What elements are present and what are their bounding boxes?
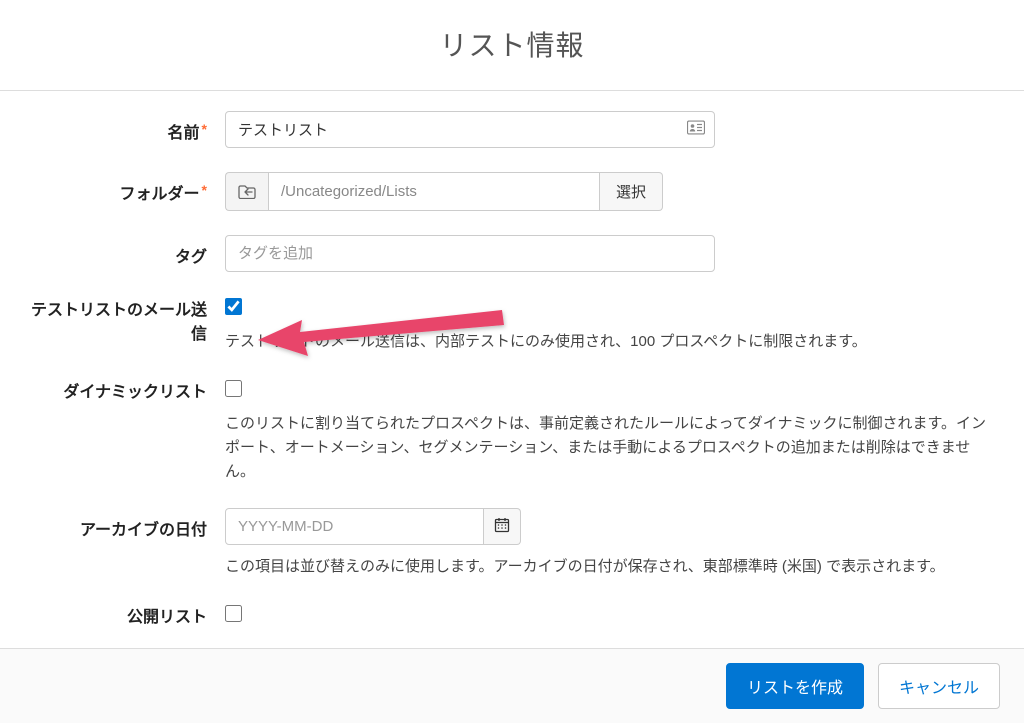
id-card-icon [687,120,705,139]
create-list-button[interactable]: リストを作成 [726,663,864,709]
list-info-modal: リスト情報 名前* フォルダー* [0,0,1024,723]
row-tags: タグ [30,235,994,272]
folder-icon [225,172,268,211]
required-mark: * [202,121,207,137]
test-list-email-checkbox[interactable] [225,298,242,315]
name-input[interactable] [225,111,715,148]
modal-body: 名前* フォルダー* [0,91,1024,648]
cancel-button[interactable]: キャンセル [878,663,1000,709]
help-test-list-email: テストリストのメール送信は、内部テストにのみ使用され、100 プロスペクトに制限… [225,330,994,354]
label-folder: フォルダー* [30,172,225,204]
label-archive-date: アーカイブの日付 [30,508,225,540]
calendar-icon [494,517,510,536]
dynamic-list-checkbox[interactable] [225,380,242,397]
row-public-list: 公開リスト [30,603,994,627]
modal-header: リスト情報 [0,0,1024,91]
label-public-list: 公開リスト [30,603,225,627]
help-archive-date: この項目は並び替えのみに使用します。アーカイブの日付が保存され、東部標準時 (米… [225,555,994,579]
folder-select-button[interactable]: 選択 [600,172,663,211]
required-mark: * [202,182,207,198]
folder-path-input [268,172,600,211]
help-dynamic-list: このリストに割り当てられたプロスペクトは、事前定義されたルールによってダイナミッ… [225,412,994,484]
row-name: 名前* [30,111,994,148]
page-title: リスト情報 [0,24,1024,64]
public-list-checkbox[interactable] [225,605,242,622]
modal-footer: リストを作成 キャンセル [0,648,1024,723]
row-dynamic-list: ダイナミックリスト このリストに割り当てられたプロスペクトは、事前定義されたルー… [30,378,994,484]
calendar-button[interactable] [484,508,521,545]
label-dynamic-list: ダイナミックリスト [30,378,225,402]
label-name: 名前* [30,111,225,143]
label-test-list-email: テストリストのメール送信 [30,296,225,344]
label-tags: タグ [30,235,225,267]
archive-date-input[interactable] [225,508,484,545]
row-test-list-email: テストリストのメール送信 テストリストのメール送信は、内部テストにのみ使用され、… [30,296,994,354]
row-archive-date: アーカイブの日付 この項目は並び替えのみに使用します。アーカイブの日付が保存され… [30,508,994,579]
row-folder: フォルダー* 選択 [30,172,994,211]
tags-input[interactable] [225,235,715,272]
